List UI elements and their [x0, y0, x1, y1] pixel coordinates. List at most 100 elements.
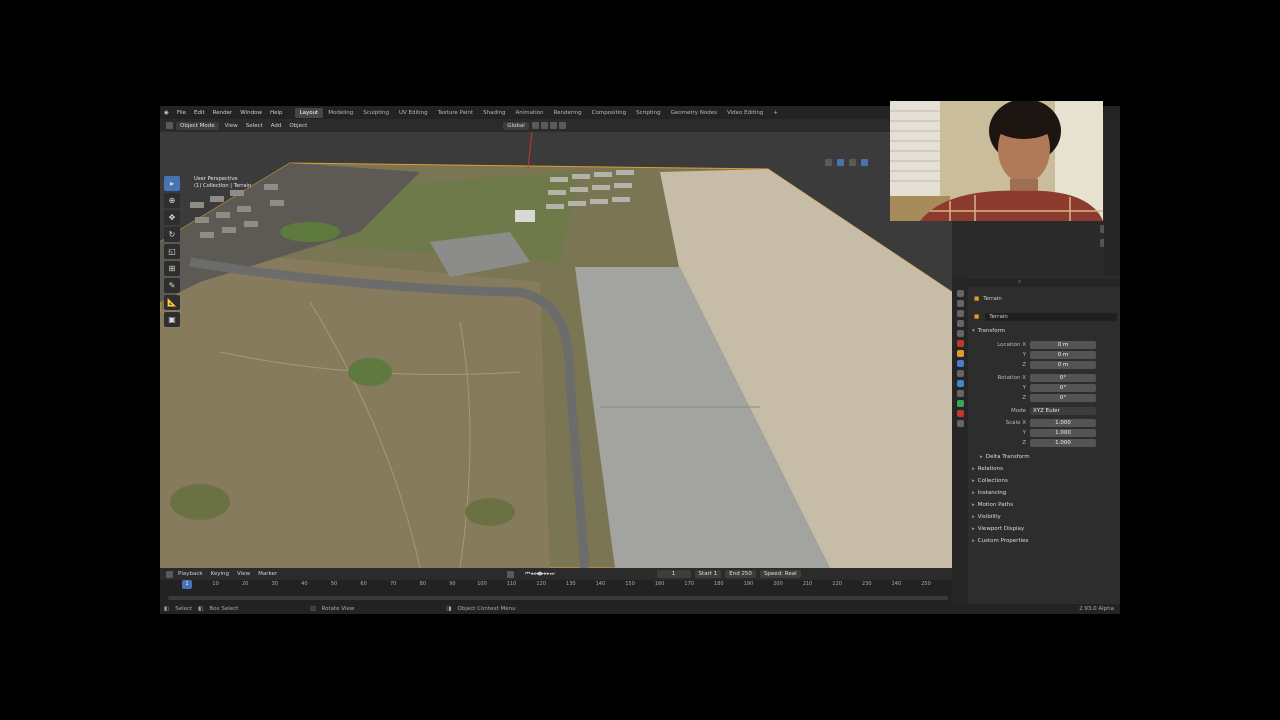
tab-texture-paint[interactable]: Texture Paint — [433, 108, 479, 118]
location-x-row: Location X 0 m — [968, 340, 1120, 349]
add-cube-tool-icon[interactable]: ▣ — [164, 312, 180, 327]
collapse-caret-icon: ▸ — [980, 454, 983, 460]
tab-animation[interactable]: Animation — [510, 108, 548, 118]
render-tab-icon[interactable] — [956, 300, 964, 307]
tab-video-editing[interactable]: Video Editing — [722, 108, 768, 118]
jump-end-icon[interactable]: ⏭ — [550, 571, 555, 578]
snap-icon[interactable] — [540, 122, 548, 129]
world-tab-icon[interactable] — [956, 340, 964, 347]
tab-scripting[interactable]: Scripting — [631, 108, 665, 118]
scale-z-field[interactable]: 1.000 — [1030, 438, 1096, 447]
menu-view[interactable]: View — [221, 123, 242, 129]
physics-tab-icon[interactable] — [956, 380, 964, 387]
end-label: End — [729, 571, 740, 577]
menu-timeline-view[interactable]: View — [233, 571, 254, 577]
overlay-icon[interactable] — [849, 159, 856, 166]
proportional-edit-icon[interactable] — [549, 122, 557, 129]
tab-compositing[interactable]: Compositing — [587, 108, 631, 118]
menu-marker[interactable]: Marker — [254, 571, 281, 577]
menu-render[interactable]: Render — [209, 110, 237, 116]
end-frame-field[interactable]: End 250 — [725, 570, 756, 578]
menu-edit[interactable]: Edit — [190, 110, 209, 116]
cursor-tool-icon[interactable]: ⊕ — [164, 193, 180, 208]
start-frame-field[interactable]: Start 1 — [694, 570, 722, 578]
rotation-z-field[interactable]: 0° — [1030, 393, 1096, 402]
instancing-section[interactable]: ▸ Instancing — [972, 490, 1006, 496]
transform-orientation-select[interactable]: Global — [503, 121, 529, 130]
speed-field[interactable]: Speed: Real — [759, 570, 801, 578]
tab-modeling[interactable]: Modeling — [323, 108, 358, 118]
material-tab-icon[interactable] — [956, 410, 964, 417]
menu-keying[interactable]: Keying — [207, 571, 233, 577]
gizmo-icon[interactable] — [837, 159, 844, 166]
tab-uv-editing[interactable]: UV Editing — [394, 108, 433, 118]
record-icon[interactable] — [507, 570, 515, 578]
delta-transform-section[interactable]: ▸ Delta Transform — [980, 454, 1030, 460]
move-tool-icon[interactable]: ✥ — [164, 210, 180, 225]
visibility-icon[interactable] — [825, 159, 832, 166]
motion-paths-section[interactable]: ▸ Motion Paths — [972, 502, 1013, 508]
viewport-display-section[interactable]: ▸ Viewport Display — [972, 526, 1024, 532]
location-y-field[interactable]: 0 m — [1030, 350, 1096, 359]
rotate-tool-icon[interactable]: ↻ — [164, 227, 180, 242]
data-tab-icon[interactable] — [956, 400, 964, 407]
visibility-section[interactable]: ▸ Visibility — [972, 514, 1001, 520]
mode-select[interactable]: Object Mode — [176, 121, 219, 130]
transform-tool-icon[interactable]: ⊞ — [164, 261, 180, 276]
menu-help[interactable]: Help — [266, 110, 287, 116]
menu-window[interactable]: Window — [236, 110, 266, 116]
timeline-scrollbar[interactable] — [168, 596, 948, 600]
measure-tool-icon[interactable]: 📐 — [164, 295, 180, 310]
collections-section[interactable]: ▸ Collections — [972, 478, 1008, 484]
timeline-editor-type-icon[interactable] — [166, 570, 173, 578]
tab-geometry-nodes[interactable]: Geometry Nodes — [666, 108, 722, 118]
rotation-x-field[interactable]: 0° — [1030, 373, 1096, 382]
menu-add[interactable]: Add — [267, 123, 286, 129]
scene-tab-icon[interactable] — [956, 330, 964, 337]
pivot-icon[interactable] — [531, 122, 539, 129]
properties-search-bar[interactable]: ⌕ — [968, 278, 1120, 287]
tab-layout[interactable]: Layout — [294, 107, 324, 118]
scale-x-field[interactable]: 1.000 — [1030, 418, 1096, 427]
frame-ruler[interactable]: 0102030405060708090100110120130140150160… — [160, 580, 952, 590]
start-value: 1 — [713, 571, 718, 577]
custom-properties-section[interactable]: ▸ Custom Properties — [972, 538, 1028, 544]
modifier-tab-icon[interactable] — [956, 360, 964, 367]
object-name-field[interactable]: Terrain — [985, 312, 1118, 321]
menu-playback[interactable]: Playback — [174, 571, 207, 577]
menu-select[interactable]: Select — [242, 123, 267, 129]
texture-tab-icon[interactable] — [956, 420, 964, 427]
tab-rendering[interactable]: Rendering — [549, 108, 587, 118]
location-z-field[interactable]: 0 m — [1030, 360, 1096, 369]
transform-section-header[interactable]: ▾ Transform — [972, 328, 1005, 334]
scale-y-field[interactable]: 1.000 — [1030, 428, 1096, 437]
add-workspace-button[interactable]: + — [768, 108, 783, 118]
location-x-field[interactable]: 0 m — [1030, 340, 1096, 349]
tab-sculpting[interactable]: Sculpting — [358, 108, 394, 118]
view-layer-tab-icon[interactable] — [956, 320, 964, 327]
tab-shading[interactable]: Shading — [478, 108, 510, 118]
editor-type-icon[interactable] — [166, 122, 173, 129]
annotate-tool-icon[interactable]: ✎ — [164, 278, 180, 293]
transform-title: Transform — [977, 328, 1006, 334]
3d-viewport[interactable]: ▸ ⊕ ✥ ↻ ◱ ⊞ ✎ 📐 ▣ User Perspective (1) C… — [160, 132, 952, 568]
object-name-field-row: ■ Terrain — [968, 312, 1120, 321]
rotation-y-field[interactable]: 0° — [1030, 383, 1096, 392]
scale-tool-icon[interactable]: ◱ — [164, 244, 180, 259]
object-tab-icon[interactable] — [956, 350, 964, 357]
relations-section[interactable]: ▸ Relations — [972, 466, 1003, 472]
playhead[interactable]: 1 — [182, 580, 192, 589]
menu-object[interactable]: Object — [285, 123, 311, 129]
output-tab-icon[interactable] — [956, 310, 964, 317]
xray-icon[interactable] — [861, 159, 868, 166]
blender-logo-icon[interactable]: ◉ — [160, 110, 173, 116]
select-tool-icon[interactable]: ▸ — [164, 176, 180, 191]
current-frame-field[interactable]: 1 — [656, 570, 691, 578]
falloff-icon[interactable] — [558, 122, 566, 129]
rotation-mode-select[interactable]: XYZ Euler — [1030, 406, 1096, 415]
particles-tab-icon[interactable] — [956, 370, 964, 377]
tool-tab-icon[interactable] — [956, 290, 964, 297]
timeline-area[interactable]: 0102030405060708090100110120130140150160… — [160, 580, 952, 604]
menu-file[interactable]: File — [173, 110, 190, 116]
constraints-tab-icon[interactable] — [956, 390, 964, 397]
